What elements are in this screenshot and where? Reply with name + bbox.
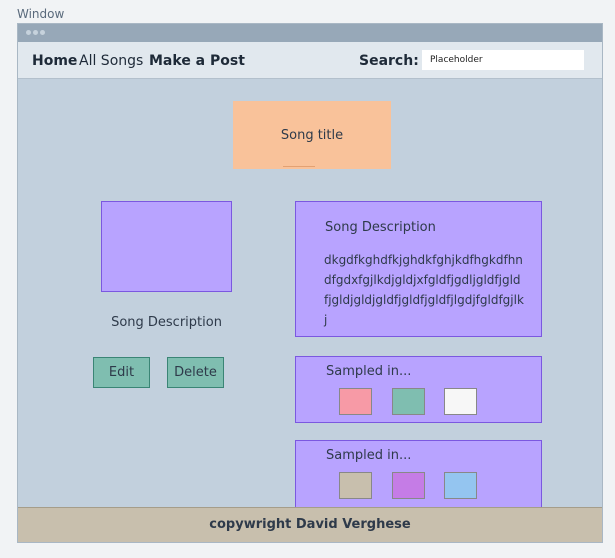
window-label: Window <box>17 7 65 21</box>
nav-home-link[interactable]: Home <box>32 53 77 69</box>
sampled-in-panel-2: Sampled in... <box>295 440 542 510</box>
search-input[interactable] <box>422 50 584 70</box>
sampled-song-thumbnail[interactable] <box>444 472 477 499</box>
window-dot-icon <box>40 30 45 35</box>
window-titlebar <box>18 24 602 42</box>
edit-button[interactable]: Edit <box>93 357 150 388</box>
window-dot-icon <box>33 30 38 35</box>
song-description-panel: Song Description dkgdfkghdfkjghdkfghjkdf… <box>295 201 542 337</box>
sampled-song-thumbnail[interactable] <box>392 472 425 499</box>
sampled-song-thumbnail[interactable] <box>339 388 372 415</box>
navbar: Home All Songs Make a Post Search: <box>18 42 602 79</box>
sampled-in-panel: Sampled in... <box>295 356 542 423</box>
sampled-song-thumbnail[interactable] <box>444 388 477 415</box>
title-underline <box>283 166 315 167</box>
description-text: dkgdfkghdfkjghdkfghjkdfhgkdfhndfgdxfgjlk… <box>324 253 524 327</box>
nav-all-songs-link[interactable]: All Songs <box>79 53 143 69</box>
nav-make-post-link[interactable]: Make a Post <box>149 53 245 69</box>
app-window: Home All Songs Make a Post Search: Song … <box>17 23 603 543</box>
sampled-song-thumbnail[interactable] <box>339 472 372 499</box>
song-title-card: Song title <box>233 101 391 169</box>
sampled-song-thumbnail[interactable] <box>392 388 425 415</box>
song-cover-image <box>101 201 232 292</box>
footer: copywright David Verghese <box>18 507 602 542</box>
sampled-in-heading: Sampled in... <box>326 364 412 379</box>
search-label: Search: <box>359 53 419 69</box>
song-title: Song title <box>280 128 344 143</box>
song-description-label: Song Description <box>111 315 222 330</box>
window-dot-icon <box>26 30 31 35</box>
footer-copyright: copywright David Verghese <box>209 517 411 532</box>
description-heading: Song Description <box>325 220 436 235</box>
delete-button[interactable]: Delete <box>167 357 224 388</box>
sampled-in-heading: Sampled in... <box>326 448 412 463</box>
